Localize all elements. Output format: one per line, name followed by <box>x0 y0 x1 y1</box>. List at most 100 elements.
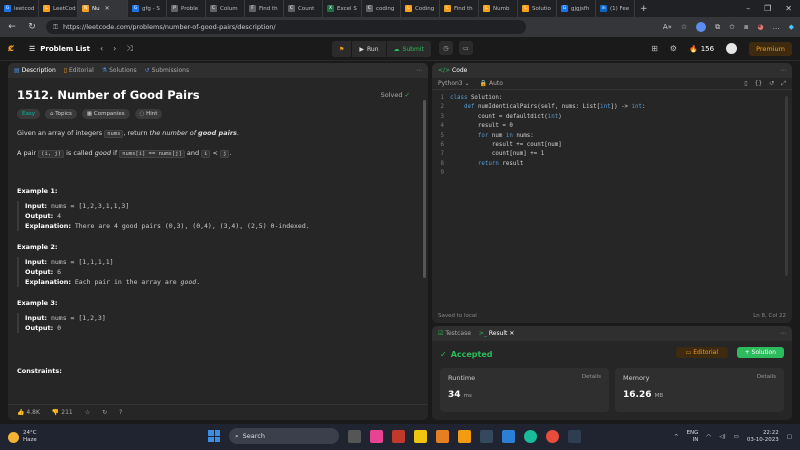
tab-description[interactable]: ▤ Description <box>14 67 56 74</box>
browser-tab[interactable]: Ggfg - S <box>128 0 167 17</box>
browser-tab[interactable]: L Find th <box>440 0 479 17</box>
chrome-app-icon[interactable] <box>546 429 559 443</box>
bookmark-icon[interactable]: ▯ <box>744 80 747 88</box>
tab-submissions[interactable]: ↺ Submissions <box>145 67 189 74</box>
problem-list-link[interactable]: ☰ Problem List <box>29 45 90 53</box>
terminal-app-icon[interactable] <box>568 429 581 443</box>
prev-problem-icon[interactable]: ‹ <box>100 44 103 53</box>
browser-tab[interactable]: Ggjgjsfh <box>557 0 596 17</box>
volume-icon[interactable]: ◁) <box>719 434 725 440</box>
close-tab-icon[interactable]: ✕ <box>105 5 110 12</box>
browser-tab[interactable]: L Numb <box>479 0 518 17</box>
run-button[interactable]: ▶ Run <box>352 41 386 57</box>
layout-icon[interactable]: ⊞ <box>651 44 658 53</box>
tab-result[interactable]: >_ Result ✕ <box>479 330 514 337</box>
app-icon[interactable] <box>480 429 493 443</box>
tab-testcase[interactable]: ☑ Testcase <box>438 330 471 337</box>
next-problem-icon[interactable]: › <box>113 44 116 53</box>
topics-chip[interactable]: ⌂ Topics <box>44 109 77 119</box>
companies-chip[interactable]: ▦ Companies <box>81 109 130 119</box>
browser-tab[interactable]: N Nu ✕ <box>78 0 128 17</box>
chevron-up-icon[interactable]: ^ <box>674 434 679 440</box>
user-avatar-icon[interactable]: ◕ <box>758 23 764 31</box>
editorial-button[interactable]: ▭ Editorial <box>675 347 728 358</box>
code-editor[interactable]: 1 class Solution: 2 def numIdenticalPairs(… <box>432 90 792 295</box>
close-window-icon[interactable]: ✕ <box>785 4 792 13</box>
clock[interactable]: 22:22 03-10-2023 <box>747 430 779 444</box>
folder-app-icon[interactable] <box>458 429 471 443</box>
runtime-details-link[interactable]: Details <box>582 374 601 380</box>
browser-tab[interactable]: F Find th <box>245 0 284 17</box>
close-tab-icon[interactable]: ✕ <box>509 330 514 337</box>
user-avatar[interactable] <box>726 43 738 54</box>
back-icon[interactable]: ← <box>6 22 18 32</box>
star-icon[interactable]: ☆ <box>85 409 90 416</box>
copilot-icon[interactable]: ◆ <box>789 23 794 31</box>
result-panel-menu-icon[interactable]: ⋯ <box>780 330 786 337</box>
debug-button[interactable]: ⚑ <box>332 41 352 57</box>
memory-card[interactable]: Memory Details 16.26 MB <box>615 368 784 412</box>
braces-icon[interactable]: {} <box>755 80 763 88</box>
help-icon[interactable]: ? <box>119 409 122 416</box>
file-explorer-icon[interactable] <box>414 429 427 443</box>
task-view-icon[interactable] <box>348 429 361 443</box>
collections-icon[interactable]: ⧈ <box>744 23 748 32</box>
weather-widget[interactable]: 24°C Haze <box>8 430 37 444</box>
reset-icon[interactable]: ↺ <box>769 80 774 88</box>
fullscreen-icon[interactable]: ⤢ <box>781 80 786 88</box>
leetcode-logo-icon[interactable]: ȼ <box>8 43 19 54</box>
tab-editorial[interactable]: ▯ Editorial <box>64 67 94 74</box>
reload-icon[interactable]: ↻ <box>26 22 38 32</box>
share-icon[interactable]: ↻ <box>102 409 107 416</box>
solution-button[interactable]: + Solution <box>736 347 784 358</box>
browser-tab[interactable]: C Count <box>284 0 323 17</box>
browser-tab[interactable]: in (1) Fee <box>596 0 635 17</box>
browser-tab[interactable]: X Excel S <box>323 0 362 17</box>
more-icon[interactable]: … <box>773 23 780 31</box>
profile-avatar[interactable] <box>696 22 707 32</box>
vscode-app-icon[interactable] <box>502 429 515 443</box>
new-tab-button[interactable]: + <box>635 4 653 14</box>
battery-icon[interactable]: ▭ <box>734 434 739 440</box>
browser-tab[interactable]: L Coding <box>401 0 440 17</box>
premium-button[interactable]: Premium <box>749 41 792 56</box>
browser-tab[interactable]: L Solutio <box>518 0 557 17</box>
split-screen-icon[interactable]: ⧉ <box>715 23 720 32</box>
minimize-icon[interactable]: – <box>746 4 750 13</box>
timer-button[interactable]: ◷ <box>438 41 453 55</box>
edge-browser-icon[interactable] <box>524 429 537 443</box>
edge-app-icon[interactable] <box>370 429 383 443</box>
notifications-icon[interactable]: ▢ <box>787 434 792 440</box>
hint-chip[interactable]: ◌ Hint <box>134 109 163 119</box>
autocomplete-mode[interactable]: 🔒 Auto <box>480 80 503 87</box>
favorite-star-icon[interactable]: ☆ <box>681 23 687 31</box>
difficulty-chip[interactable]: Easy <box>17 109 40 119</box>
language-select[interactable]: Python3 ⌄ <box>438 80 470 87</box>
tab-solutions[interactable]: ⚗ Solutions <box>102 67 137 74</box>
language-indicator[interactable]: ENG IN <box>687 430 699 444</box>
browser-tab[interactable]: Ccoding <box>362 0 401 17</box>
favorites-icon[interactable]: ✩ <box>729 23 735 31</box>
shuffle-icon[interactable]: ⤨ <box>126 44 132 54</box>
browser-tab[interactable]: Gleetcod <box>0 0 39 17</box>
code-panel-menu-icon[interactable]: ⋯ <box>780 67 786 74</box>
maximize-icon[interactable]: ❐ <box>764 4 771 13</box>
streak-counter[interactable]: 🔥 156 <box>689 45 714 53</box>
url-field[interactable]: ⚿ https://leetcode.com/problems/number-o… <box>46 20 526 34</box>
browser-tab[interactable]: L LeetCod <box>39 0 78 17</box>
like-button[interactable]: 👍 4.8K <box>17 409 40 416</box>
notes-button[interactable]: ▭ <box>458 41 473 55</box>
runtime-card[interactable]: Runtime Details 34 ms <box>440 368 609 412</box>
browser-tab[interactable]: C Colum <box>206 0 245 17</box>
taskbar-search[interactable]: ⌕ Search <box>229 428 339 444</box>
editor-scrollbar[interactable] <box>785 96 788 276</box>
submit-button[interactable]: ☁ Submit <box>386 41 431 57</box>
browser-tab[interactable]: P Proble <box>167 0 206 17</box>
start-button[interactable] <box>208 430 220 442</box>
panel-menu-icon[interactable]: ⋯ <box>416 67 422 74</box>
dislike-button[interactable]: 👎 211 <box>52 409 73 416</box>
read-aloud-icon[interactable]: A» <box>663 23 672 31</box>
vlc-app-icon[interactable] <box>436 429 449 443</box>
settings-gear-icon[interactable]: ⚙ <box>670 44 677 53</box>
mail-app-icon[interactable] <box>392 429 405 443</box>
